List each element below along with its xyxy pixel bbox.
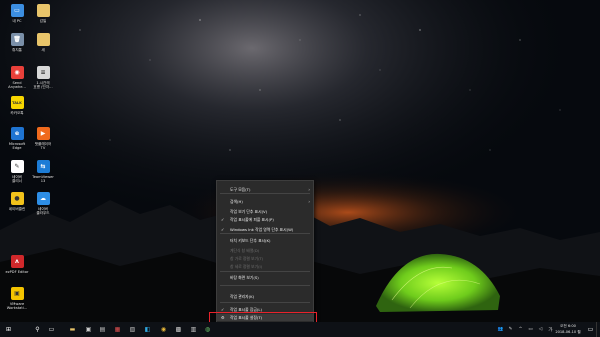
menu-item[interactable]: 검색(H) ›: [217, 198, 313, 205]
potplayer-icon: ▶: [36, 127, 50, 140]
menu-separator: [220, 193, 310, 194]
menu-item[interactable]: 작업 관리자(K): [217, 293, 313, 300]
menu-item[interactable]: 터치 키보드 단추 표시(K): [217, 237, 313, 244]
desktop-icon-label: 새: [41, 48, 45, 52]
desktop-icon[interactable]: ʌ ezPDF Editor: [2, 255, 32, 274]
menu-item-label: Windows Ink 작업 영역 단추 표시(W): [230, 227, 294, 232]
chevron-right-icon: ›: [308, 199, 310, 204]
app-icon[interactable]: ▩: [174, 325, 183, 334]
app-icon[interactable]: ▦: [113, 325, 122, 334]
chrome-icon[interactable]: ◉: [159, 325, 168, 334]
app-icon[interactable]: ▣: [84, 325, 93, 334]
clock-date: 2018-06-10 월: [555, 330, 581, 334]
menu-item[interactable]: 도구 모음(T) ›: [217, 186, 313, 193]
menu-item-label: 창 가로 정렬 보기(T): [230, 256, 264, 261]
menu-item-label: 도구 모음(T): [230, 187, 251, 192]
show-desktop-button[interactable]: [596, 322, 600, 337]
menu-separator: [220, 271, 310, 272]
desktop-icon-label: ezPDF Editor: [5, 270, 29, 274]
notification-icon[interactable]: ▭: [586, 325, 595, 334]
kakaotalk-icon: TALK: [10, 96, 24, 109]
menu-item-label: 계단식 창 배열(D): [230, 248, 260, 253]
search-icon[interactable]: ⚲: [33, 325, 42, 334]
folder-icon: [36, 33, 50, 46]
desktop-icon-label: 카카오톡: [10, 111, 24, 115]
desktop-icon[interactable]: ▣ VMware Workstati...: [2, 287, 32, 311]
app-icon[interactable]: ▥: [189, 325, 198, 334]
menu-item: 계단식 창 배열(D): [217, 247, 313, 254]
app-icon[interactable]: ▧: [128, 325, 137, 334]
naver-clean-icon: ●: [10, 192, 24, 205]
recycle-bin-icon: 🗑: [10, 33, 24, 46]
desktop-icon-label: 감일: [39, 19, 47, 23]
desktop-icon[interactable]: 새: [28, 33, 58, 52]
naver-cloud-icon: ☁: [36, 192, 50, 205]
vmware-icon: ▣: [10, 287, 24, 300]
menu-separator: [220, 233, 310, 234]
menu-item[interactable]: ✓ Windows Ink 작업 영역 단추 표시(W): [217, 226, 313, 233]
menu-item-label: 창 세로 정렬 보기(I): [230, 264, 263, 269]
checkmark-icon: ✓: [221, 227, 225, 232]
send-anywhere-icon: ◉: [10, 66, 24, 79]
desktop-icon-label: 팟플레이어 TV: [34, 142, 52, 151]
clock[interactable]: 오전 6:00 2018-06-10 월: [550, 323, 586, 335]
desktop-icon[interactable]: ▶ 팟플레이어 TV: [28, 127, 58, 151]
desktop-icon[interactable]: ≡ 1.시간의 흐름 (단자...: [28, 66, 58, 90]
menu-item: 창 가로 정렬 보기(T): [217, 255, 313, 262]
folder-icon: [36, 4, 50, 17]
network-icon[interactable]: ▭: [526, 325, 535, 334]
desktop-icon-label: TeamViewer 13: [32, 175, 54, 184]
chevron-right-icon: ›: [308, 187, 310, 192]
document-icon: ≡: [36, 66, 50, 79]
menu-item-label: 작업 표시줄에 피플 표시(P): [230, 217, 274, 222]
teamviewer-icon: ⇆: [36, 160, 50, 173]
edge-icon: e: [10, 127, 24, 140]
menu-item-label: 검색(H): [230, 199, 243, 204]
menu-item-label: 작업 관리자(K): [230, 294, 255, 299]
people-icon[interactable]: 👥: [496, 325, 505, 334]
chevron-up-icon[interactable]: ^: [516, 325, 525, 334]
app-icon[interactable]: ◧: [143, 325, 152, 334]
desktop-icon[interactable]: ☁ 네이버 클라우드: [28, 192, 58, 216]
start-icon[interactable]: ⊞: [4, 325, 13, 334]
app-icon[interactable]: ▤: [98, 325, 107, 334]
menu-item[interactable]: 바탕 화면 보기(S): [217, 274, 313, 281]
naver-cleaner-icon: ✎: [10, 160, 24, 173]
desktop-icon-label: VMware Workstati...: [6, 302, 28, 311]
desktop-icon[interactable]: 감일: [28, 4, 58, 23]
menu-item: 창 세로 정렬 보기(I): [217, 263, 313, 270]
menu-item-label: 작업 보기 단추 표시(V): [230, 209, 268, 214]
app-icon[interactable]: ◍: [203, 325, 212, 334]
menu-item[interactable]: 작업 보기 단추 표시(V): [217, 208, 313, 215]
explorer-icon[interactable]: ▬: [68, 325, 77, 334]
menu-item-label: 바탕 화면 보기(S): [230, 275, 259, 280]
task-view-icon[interactable]: ▭: [47, 325, 56, 334]
desktop-icon-label: 네이버 클라우드: [36, 207, 50, 216]
desktop-icon[interactable]: ⇆ TeamViewer 13: [28, 160, 58, 184]
checkmark-icon: ✓: [221, 217, 225, 222]
ink-icon[interactable]: ✎: [506, 325, 515, 334]
menu-item-label: 터치 키보드 단추 표시(K): [230, 238, 271, 243]
taskbar: ⊞ ⚲ ▭ ▬ ▣ ▤ ▦ ▧ ◧ ◉ ▩ ▥ ◍ 👥 ✎ ^ ▭ ◁ 가 오전 6:00 2018-06-10 …: [0, 322, 600, 337]
ezpdf-icon: ʌ: [10, 255, 24, 268]
pc-icon: ▭: [10, 4, 24, 17]
menu-item[interactable]: ✓ 작업 표시줄에 피플 표시(P): [217, 216, 313, 223]
menu-separator: [220, 302, 310, 303]
taskbar-context-menu: 도구 모음(T) › 검색(H) › 작업 보기 단추 표시(V) ✓ 작업 표시줄에 피플…: [216, 180, 314, 324]
desktop-icon[interactable]: TALK 카카오톡: [2, 96, 32, 115]
desktop-icon-label: 1.시간의 흐름 (단자...: [33, 81, 53, 90]
volume-icon[interactable]: ◁: [536, 325, 545, 334]
menu-separator: [220, 285, 310, 286]
